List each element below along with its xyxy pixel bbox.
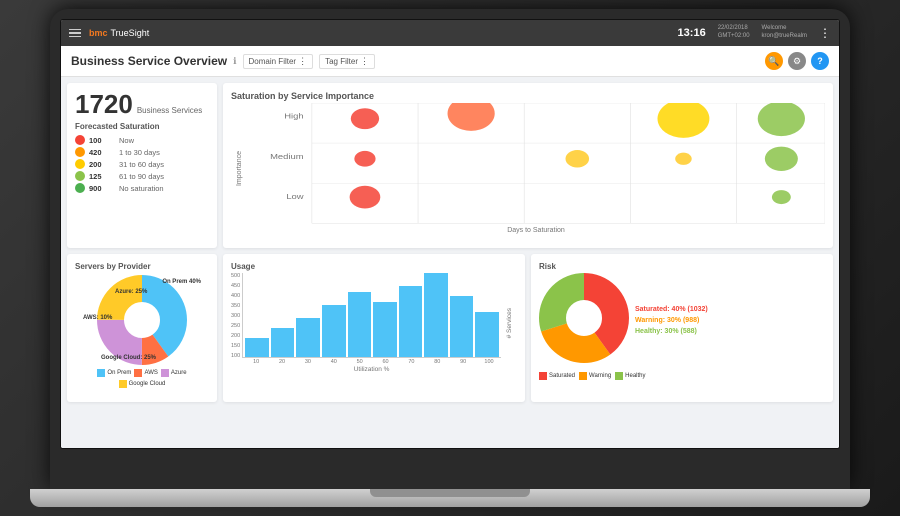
usage-chart-title: Usage [231,262,517,271]
business-services-label: Business Services [137,106,202,115]
servers-legend-azure: Azure [161,369,187,377]
saturation-bubble-chart: High Medium Low Now ≤ 30 ≤ 60 ≤ 90 No sa… [247,103,825,225]
forecast-row: 125 61 to 90 days [75,171,209,181]
risk-legend-saturated: Saturated [539,372,575,380]
usage-card: Usage 500 450 400 350 300 250 200 [223,254,525,402]
usage-bar [245,338,269,357]
usage-bar [399,286,423,357]
usage-x-tick: 10 [244,359,268,365]
usage-bar [450,296,474,357]
usage-x-tick: 20 [270,359,294,365]
risk-pie-chart [539,273,629,363]
usage-x-tick: 90 [451,359,475,365]
forecast-row: 200 31 to 60 days [75,159,209,169]
usage-bar [373,302,397,357]
usage-x-axis-label: Utilization % [242,366,501,373]
usage-bar [348,292,372,357]
risk-card: Risk [531,254,833,402]
page-title: Business Service Overview [71,54,227,68]
bottom-row: Servers by Provider [67,254,833,402]
svg-text:Low: Low [286,192,303,200]
nav-date: 22/02/2018 GMT+02:00 [718,25,750,41]
domain-filter-btn[interactable]: Domain Filter ⋮ [243,54,314,69]
page: Business Service Overview ℹ Domain Filte… [61,46,839,449]
nav-more-icon[interactable]: ⋮ [819,26,831,40]
forecast-section-title: Forecasted Saturation [75,122,209,131]
tag-filter-btn[interactable]: Tag Filter ⋮ [319,54,375,69]
business-services-count: 1720 [75,91,133,117]
top-nav: bmc TrueSight 13:16 22/02/2018 GMT+02:00… [61,20,839,46]
saturation-card: Saturation by Service Importance Importa… [223,83,833,248]
svg-text:High: High [284,112,304,120]
servers-legend-google: Google Cloud [119,380,166,388]
usage-bar [322,305,346,357]
risk-legend-healthy: Healthy [615,372,645,380]
main-content: 1720 Business Services Forecasted Satura… [61,77,839,445]
hamburger-icon[interactable] [69,29,81,38]
usage-bar [271,328,295,357]
usage-x-tick: 30 [296,359,320,365]
usage-bar [475,312,499,357]
usage-x-tick: 80 [425,359,449,365]
saturation-y-label: Importance [236,151,243,186]
bmc-logo: bmc TrueSight [89,28,149,38]
usage-x-tick: 100 [477,359,501,365]
servers-chart-title: Servers by Provider [75,262,209,271]
forecast-card: 1720 Business Services Forecasted Satura… [67,83,217,248]
usage-bar [424,273,448,357]
usage-x-tick: 60 [374,359,398,365]
settings-button[interactable]: ⚙ [788,52,806,70]
servers-legend-aws: AWS [134,369,157,377]
usage-bar [296,318,320,357]
risk-legend-warning: Warning [579,372,611,380]
usage-x-tick: 50 [348,359,372,365]
risk-saturated-label: Saturated: 40% (1032) [635,306,708,313]
title-info-icon[interactable]: ℹ [233,56,236,67]
forecast-row: 900 No saturation [75,183,209,193]
nav-welcome: Welcome kron@trueRealm [762,25,807,41]
usage-x-tick: 40 [322,359,346,365]
screen: bmc TrueSight 13:16 22/02/2018 GMT+02:00… [60,19,840,449]
search-button[interactable]: 🔍 [765,52,783,70]
servers-legend-onprem: On Prem [97,369,131,377]
page-header: Business Service Overview ℹ Domain Filte… [61,46,839,77]
usage-y-label: # Services [506,308,513,338]
risk-healthy-label: Healthy: 30% (588) [635,328,708,335]
forecast-row: 420 1 to 30 days [75,147,209,157]
servers-card: Servers by Provider [67,254,217,402]
nav-time: 13:16 [678,27,706,39]
risk-chart-title: Risk [539,262,825,271]
saturation-x-label: Days to Saturation [247,227,825,234]
forecast-row: 100 Now [75,135,209,145]
help-button[interactable]: ? [811,52,829,70]
risk-warning-label: Warning: 30% (988) [635,317,708,324]
usage-x-tick: 70 [399,359,423,365]
saturation-chart-title: Saturation by Service Importance [231,91,825,101]
svg-text:Medium: Medium [270,152,304,160]
